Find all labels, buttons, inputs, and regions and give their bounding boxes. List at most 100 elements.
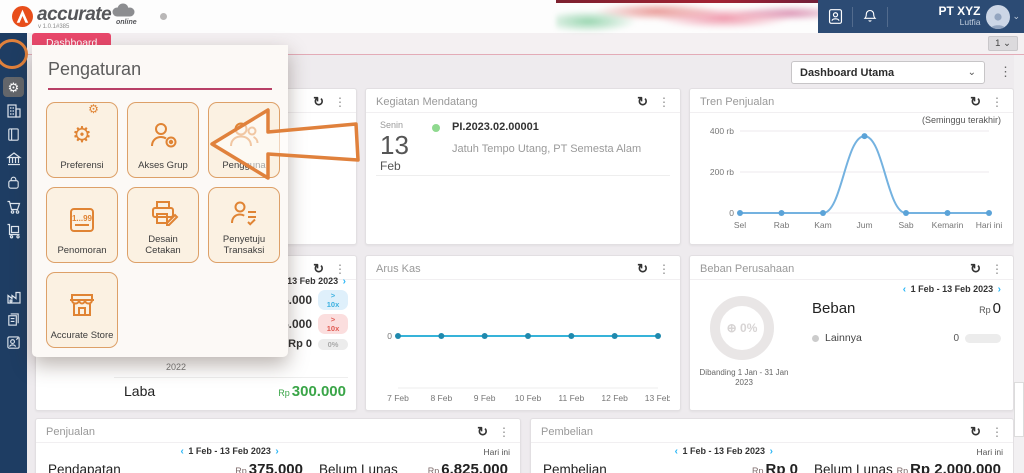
gear-icon: ⚙ [7,79,20,95]
logo-text: accurate [37,4,112,25]
card-title: Penjualan [46,425,95,438]
kebab-icon[interactable]: ⋮ [991,425,1003,439]
next-range-icon[interactable]: › [996,284,1003,295]
kebab-icon[interactable]: ⋮ [991,262,1003,276]
refresh-icon[interactable]: ↻ [970,94,981,110]
legend-value: 0 [953,332,959,344]
kebab-icon[interactable]: ⋮ [658,95,670,109]
kebab-icon[interactable]: ⋮ [334,95,346,109]
settings-popup: Pengaturan ⚙ ⚙ Preferensi Akses Grup Pen… [32,45,288,357]
person-monitor-icon [7,336,20,349]
sidebar-item-ledger[interactable] [0,127,27,142]
refresh-icon[interactable]: ↻ [313,261,324,277]
dashboard-select[interactable]: Dashboard Utama ⌄ [791,61,985,84]
metric-label: Pendapatan [48,462,121,473]
bank-icon [5,152,22,166]
kebab-icon[interactable]: ⋮ [334,262,346,276]
account-info[interactable]: PT XYZ Lutfia [888,5,986,28]
settings-tile-akses-grup[interactable]: Akses Grup [127,102,199,178]
dashboard-select-value: Dashboard Utama [800,66,895,79]
amount: Rp 2.000.000 [910,461,1001,473]
event-item[interactable]: Senin 13 Feb PI.2023.02.00001 Jatuh Temp… [366,113,680,173]
svg-text:9 Feb: 9 Feb [474,393,496,403]
sidebar-item-reports[interactable] [0,312,27,327]
svg-text:7 Feb: 7 Feb [387,393,409,403]
event-description: Jatuh Tempo Utang, PT Semesta Alam [452,143,642,155]
next-range-icon[interactable]: › [273,446,280,457]
shopping-cart-icon [7,200,20,214]
tile-label: Penomoran [57,245,107,257]
settings-tile-preferensi[interactable]: ⚙ ⚙ Preferensi [46,102,118,178]
sidebar-item-bank[interactable] [0,151,27,167]
percent-circle-icon: ⊕ [726,321,741,335]
svg-text:Sab: Sab [898,220,913,230]
bag-icon [8,176,19,189]
sidebar-item-settings[interactable]: ⚙ [3,77,24,97]
settings-tile-pengguna[interactable]: Pengguna [208,102,280,178]
beban-donut-chart: ⊕ 0% [710,296,774,360]
tile-label: Preferensi [60,160,104,172]
popup-title: Pengaturan [48,59,142,79]
sidebar-item-manufacture[interactable] [0,289,27,305]
settings-tile-penomoran[interactable]: 1...99 Penomoran [46,187,118,263]
refresh-icon[interactable]: ↻ [637,94,648,110]
prev-range-icon[interactable]: ‹ [673,446,680,457]
divider [376,175,670,176]
status-dot [160,13,167,20]
kebab-icon[interactable]: ⋮ [498,425,510,439]
notification-bell-icon[interactable] [853,8,887,25]
refresh-icon[interactable]: ↻ [313,94,324,110]
tile-label: Pengguna [222,160,266,172]
metric-value: Rp Rp 2.000.000 [893,461,1001,473]
page-selector[interactable]: 1 ⌄ [988,36,1018,51]
svg-text:Kemarin: Kemarin [932,220,964,230]
chart-subtitle: (Seminggu terakhir) [921,115,1001,125]
svg-text:10 Feb: 10 Feb [515,393,542,403]
refresh-icon[interactable]: ↻ [970,261,981,277]
prev-range-icon[interactable]: ‹ [901,284,908,295]
sidebar-item-company[interactable] [0,103,27,119]
settings-tile-desain-cetakan[interactable]: Desain Cetakan [127,187,199,263]
legend-bar [965,333,1001,343]
contact-book-icon[interactable] [818,8,852,25]
metric-value: Rp Rp 0 [693,461,798,473]
settings-tile-accurate-store[interactable]: Accurate Store [46,272,118,348]
kebab-icon[interactable]: ⋮ [658,262,670,276]
amount: Rp 0 [765,461,798,473]
user-avatar[interactable] [986,4,1011,29]
sidebar-item-sales[interactable] [0,199,27,215]
approver-checklist-icon [227,193,261,235]
users-icon [227,108,261,161]
legend-dot [812,334,819,342]
sidebar-nav: ⚙ [0,33,27,473]
card-tren-penjualan: Tren Penjualan ↻ ⋮ (Seminggu terakhir) 0… [689,88,1014,245]
scrollbar-thumb[interactable] [1014,382,1024,437]
sidebar-item-assets[interactable] [0,175,27,190]
amount: 0 [992,300,1001,317]
card-title: Arus Kas [376,262,421,275]
chevron-down-icon: ⌄ [967,67,976,78]
amount: 300.000 [291,383,346,400]
date-range-nav: ‹ 1 Feb - 13 Feb 2023 › [673,446,775,457]
documents-icon [8,313,19,326]
settings-tile-penyetuju-transaksi[interactable]: Penyetuju Transaksi [208,187,280,263]
account-chevron-down-icon[interactable]: ⌄ [1012,11,1020,22]
card-pembelian: Pembelian ↻ ⋮ ‹ 1 Feb - 13 Feb 2023 › Ha… [530,418,1014,473]
sidebar-item-analytics[interactable] [0,335,27,350]
header-account-section: PT XYZ Lutfia ⌄ [818,0,1024,33]
next-range-icon[interactable]: › [768,446,775,457]
kebab-icon[interactable]: ⋮ [991,95,1003,109]
refresh-icon[interactable]: ↻ [637,261,648,277]
prev-range-icon[interactable]: ‹ [178,446,185,457]
tile-label: Penyetuju Transaksi [222,234,266,257]
sidebar-item-purchases[interactable] [0,223,27,239]
dashboard-options-kebab[interactable]: ⋮ [999,64,1012,80]
chart-axis-year: 2022 [166,362,187,372]
refresh-icon[interactable]: ↻ [970,424,981,440]
refresh-icon[interactable]: ↻ [477,424,488,440]
divider [114,377,348,378]
metric-label: Pembelian [543,462,607,473]
svg-text:13 Feb: 13 Feb [645,393,670,403]
event-month: Feb [380,159,401,173]
next-range-icon[interactable]: › [341,276,348,287]
